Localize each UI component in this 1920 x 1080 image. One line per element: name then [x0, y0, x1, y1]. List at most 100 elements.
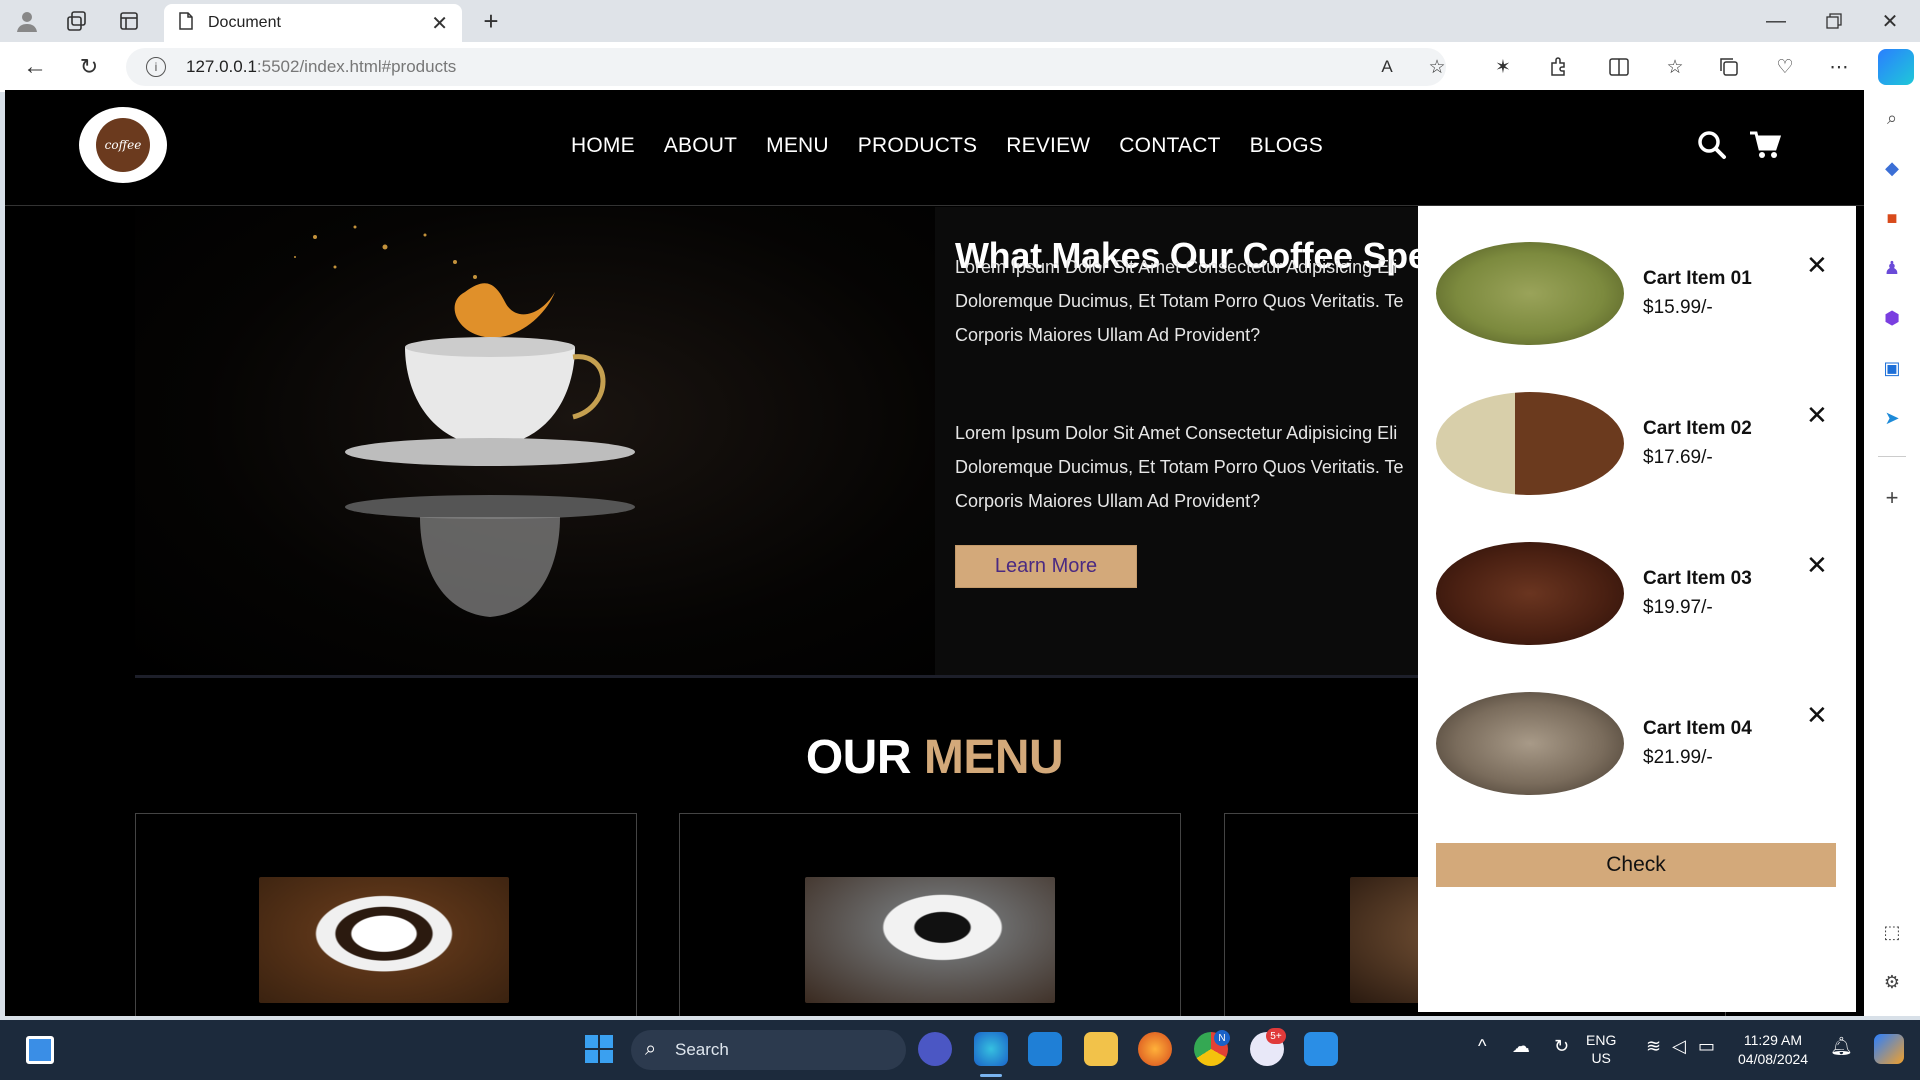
taskbar-search-icon: ⌕	[645, 1038, 657, 1060]
nav-home[interactable]: HOME	[571, 134, 635, 158]
sidebar-m365-icon[interactable]: ⬢	[1878, 304, 1906, 332]
sidebar-settings-icon[interactable]: ⚙	[1878, 968, 1906, 996]
browser-essentials-icon[interactable]: ♡	[1770, 52, 1800, 82]
sync-icon[interactable]: ↻	[1554, 1036, 1569, 1057]
photos-app-icon[interactable]	[1304, 1032, 1338, 1066]
widgets-icon[interactable]	[26, 1036, 54, 1064]
site-info-icon[interactable]: i	[146, 57, 166, 77]
new-tab-icon[interactable]: +	[478, 6, 504, 36]
taskbar-search-label: Search	[675, 1040, 729, 1059]
refresh-icon[interactable]: ↻	[74, 52, 104, 82]
windows-taskbar: ⌕ Search N 5+ ^ ☁ ↻ ENG US ≋ ◁ ▭ 11:29 AM…	[0, 1020, 1920, 1080]
browser-title-bar: Document ✕ + — ✕	[0, 0, 1920, 42]
about-p2-line2: Doloremque Ducimus, Et Totam Porro Quos …	[955, 457, 1404, 477]
nav-review[interactable]: REVIEW	[1006, 134, 1090, 158]
cart-item-4-price: $21.99/-	[1643, 747, 1713, 768]
minimize-icon[interactable]: —	[1756, 8, 1796, 34]
about-p1-line3: Corporis Maiores Ullam Ad Provident?	[955, 325, 1261, 345]
cart-item-4-image	[1436, 692, 1624, 795]
address-bar[interactable]: i 127.0.0.1:5502/index.html#products	[126, 48, 1446, 86]
cart-item-2-name: Cart Item 02	[1643, 418, 1752, 439]
section-divider	[135, 675, 1435, 678]
menu-image-coffee-cup	[259, 877, 509, 1003]
favorite-star-icon[interactable]: ☆	[1422, 52, 1452, 82]
lang-line1: ENG	[1586, 1032, 1617, 1048]
back-icon[interactable]: ←	[20, 52, 50, 82]
meet-app-icon[interactable]	[918, 1032, 952, 1066]
windows-start-icon[interactable]	[584, 1034, 614, 1064]
nav-menu[interactable]: MENU	[766, 134, 829, 158]
remove-item-1-icon[interactable]: ✕	[1806, 250, 1828, 281]
collections-icon[interactable]	[1714, 52, 1744, 82]
cart-icon[interactable]	[1749, 130, 1783, 162]
sidebar-search-icon[interactable]: ⌕	[1878, 104, 1906, 132]
extension-bug-icon[interactable]: ✶	[1488, 52, 1518, 82]
profile-icon[interactable]	[14, 8, 40, 34]
split-screen-icon[interactable]	[1604, 52, 1634, 82]
close-tab-icon[interactable]: ✕	[431, 11, 448, 36]
language-indicator[interactable]: ENG US	[1586, 1031, 1616, 1067]
sidebar-send-icon[interactable]: ➤	[1878, 404, 1906, 432]
copilot-taskbar-icon[interactable]	[1874, 1034, 1904, 1064]
sidebar-add-icon[interactable]: +	[1878, 484, 1906, 512]
lang-line2: US	[1591, 1050, 1611, 1066]
tab-document[interactable]: Document ✕	[164, 4, 462, 42]
cart-item-1-image	[1436, 242, 1624, 345]
cart-item-2: Cart Item 02 $17.69/- ✕	[1436, 392, 1846, 502]
workspaces-icon[interactable]	[64, 8, 90, 34]
logo-text: coffee	[96, 118, 150, 172]
sidebar-screenshot-icon[interactable]: ⬚	[1878, 918, 1906, 946]
battery-icon[interactable]: ▭	[1698, 1036, 1715, 1057]
search-icon[interactable]	[1697, 130, 1729, 162]
more-menu-icon[interactable]: ⋯	[1824, 52, 1854, 82]
clock[interactable]: 11:29 AM 04/08/2024	[1738, 1031, 1808, 1069]
sidebar-shopping-icon[interactable]: ◆	[1878, 154, 1906, 182]
remove-item-2-icon[interactable]: ✕	[1806, 400, 1828, 431]
system-tray: ^ ☁ ↻ ENG US ≋ ◁ ▭ 11:29 AM 04/08/2024 🔔︎	[1460, 1020, 1920, 1080]
zalo-notification-badge: 5+	[1266, 1028, 1286, 1044]
remove-item-4-icon[interactable]: ✕	[1806, 700, 1828, 731]
nav-products[interactable]: PRODUCTS	[858, 134, 977, 158]
nav-blogs[interactable]: BLOGS	[1250, 134, 1323, 158]
copilot-icon[interactable]	[1878, 49, 1914, 85]
shopping-cart-panel: Cart Item 01 $15.99/- ✕ Cart Item 02 $17…	[1418, 206, 1856, 1012]
clock-time: 11:29 AM	[1743, 1032, 1802, 1048]
sidebar-games-icon[interactable]: ♟	[1878, 254, 1906, 282]
edge-app-icon[interactable]	[974, 1032, 1008, 1066]
cart-item-3-image	[1436, 542, 1624, 645]
read-aloud-icon[interactable]: A	[1372, 52, 1402, 82]
chrome-profile-badge: N	[1214, 1030, 1230, 1046]
onedrive-icon[interactable]: ☁	[1512, 1036, 1530, 1057]
wifi-icon[interactable]: ≋	[1646, 1036, 1661, 1057]
cart-item-1: Cart Item 01 $15.99/- ✕	[1436, 242, 1846, 352]
sidebar-tools-icon[interactable]: ■	[1878, 204, 1906, 232]
learn-more-button[interactable]: Learn More	[955, 545, 1137, 588]
menu-title-menu: MENU	[923, 731, 1064, 784]
restore-icon[interactable]	[1814, 8, 1854, 34]
tray-overflow-icon[interactable]: ^	[1478, 1036, 1486, 1057]
file-explorer-icon[interactable]	[1084, 1032, 1118, 1066]
about-paragraph-1: Lorem Ipsum Dolor Sit Amet Consectetur A…	[955, 250, 1455, 352]
main-nav: HOME ABOUT MENU PRODUCTS REVIEW CONTACT …	[571, 134, 1323, 158]
cart-item-3: Cart Item 03 $19.97/- ✕	[1436, 542, 1846, 652]
notification-bell-icon[interactable]: 🔔︎	[1830, 1036, 1853, 1057]
tab-title: Document	[208, 14, 281, 31]
taskbar-search[interactable]: ⌕ Search	[631, 1030, 906, 1070]
nav-about[interactable]: ABOUT	[664, 134, 737, 158]
close-window-icon[interactable]: ✕	[1870, 8, 1910, 34]
about-paragraph-2: Lorem Ipsum Dolor Sit Amet Consectetur A…	[955, 416, 1455, 518]
volume-icon[interactable]: ◁	[1672, 1036, 1686, 1057]
remove-item-3-icon[interactable]: ✕	[1806, 550, 1828, 581]
site-logo[interactable]: coffee	[79, 107, 167, 183]
vscode-app-icon[interactable]	[1028, 1032, 1062, 1066]
extensions-icon[interactable]	[1544, 52, 1574, 82]
about-p2-line3: Corporis Maiores Ullam Ad Provident?	[955, 491, 1261, 511]
sidebar-outlook-icon[interactable]: ▣	[1878, 354, 1906, 382]
tab-actions-icon[interactable]	[116, 8, 142, 34]
nav-contact[interactable]: CONTACT	[1119, 134, 1220, 158]
edge-sidebar: ⌕ ◆ ■ ♟ ⬢ ▣ ➤ + ⬚ ⚙	[1864, 92, 1920, 1016]
firefox-app-icon[interactable]	[1138, 1032, 1172, 1066]
sidebar-divider	[1878, 456, 1906, 457]
checkout-button[interactable]: Check	[1436, 843, 1836, 887]
favorites-icon[interactable]: ☆	[1660, 52, 1690, 82]
